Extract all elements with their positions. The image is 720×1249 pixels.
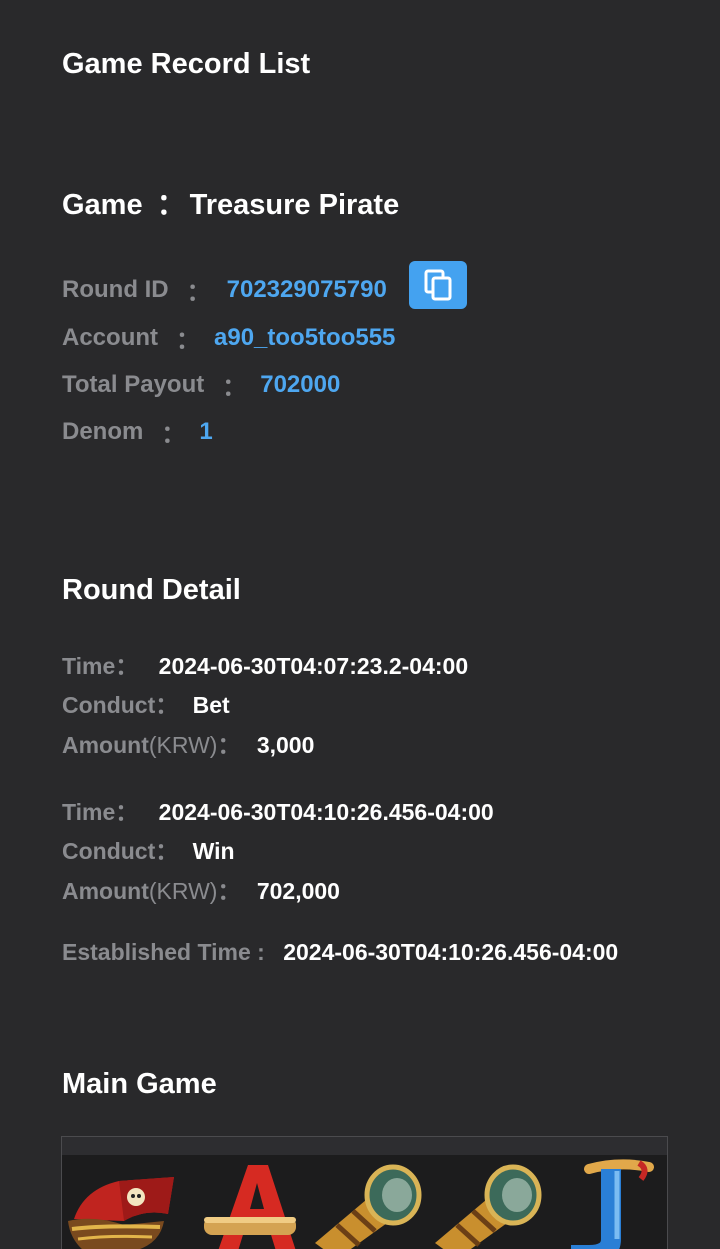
amount-colon: ：: [217, 878, 241, 904]
established-time-value: 2024-06-30T04:10:26.456-04:00: [283, 939, 619, 965]
copy-icon: [424, 269, 452, 301]
record-2-conduct-row: Conduct： Win: [62, 832, 235, 866]
total-payout-row: Total Payout ： 702000: [62, 367, 340, 402]
established-time-row: Established Time : 2024-06-30T04:10:26.4…: [62, 939, 618, 966]
round-id-colon: ：: [186, 279, 211, 306]
round-id-label: Round ID: [62, 275, 169, 303]
spyglass-icon: [315, 1164, 422, 1249]
account-label: Account: [62, 323, 158, 351]
game-name-line: Game ： Treasure Pirate: [62, 181, 399, 223]
round-id-value[interactable]: 702329075790: [227, 276, 387, 304]
copy-round-id-button[interactable]: [409, 261, 467, 309]
game-label: Game: [62, 189, 143, 221]
record-2-amount-row: Amount(KRW)： 702,000: [62, 872, 340, 906]
time-label: Time: [62, 799, 116, 825]
game-record-page: Game Record List Game： Treasure Pirate Ro…: [0, 0, 720, 1249]
time-value: 2024-06-30T04:07:23.2-04:00: [158, 653, 469, 679]
total-payout-value: 702000: [260, 370, 341, 398]
game-name: Treasure Pirate: [189, 189, 400, 221]
record-1-amount-row: Amount(KRW)： 3,000: [62, 726, 314, 760]
record-1-time-row: Time： 2024-06-30T04:07:23.2-04:00: [62, 647, 468, 681]
conduct-colon: ：: [155, 692, 179, 718]
time-label: Time: [62, 653, 116, 679]
page-title: Game Record List: [62, 48, 311, 80]
amount-value: 3,000: [256, 732, 315, 758]
conduct-value: Bet: [192, 692, 230, 718]
account-value: a90_too5too555: [214, 323, 396, 351]
round-id-row: Round ID ： 702329075790: [62, 272, 387, 307]
record-2-time-row: Time： 2024-06-30T04:10:26.456-04:00: [62, 793, 494, 827]
total-payout-label: Total Payout: [62, 370, 205, 398]
conduct-value: Win: [192, 838, 235, 864]
pirate-ship-icon: [68, 1177, 174, 1249]
conduct-label: Conduct: [62, 692, 156, 718]
reel-top-bar: [62, 1137, 667, 1155]
conduct-label: Conduct: [62, 838, 156, 864]
main-game-heading: Main Game: [62, 1068, 217, 1100]
amount-unit: (KRW): [148, 878, 218, 904]
account-colon: ：: [176, 327, 200, 354]
denom-row: Denom ： 1: [62, 414, 213, 449]
amount-label: Amount: [62, 732, 149, 758]
game-colon: ：: [156, 189, 186, 221]
spyglass-icon: [435, 1164, 542, 1249]
denom-value: 1: [199, 417, 213, 445]
established-time-label: Established Time :: [62, 939, 265, 965]
amount-label: Amount: [62, 878, 149, 904]
letter-a-icon: [204, 1165, 296, 1249]
time-colon: ：: [115, 653, 139, 679]
conduct-colon: ：: [155, 838, 179, 864]
amount-unit: (KRW): [148, 732, 218, 758]
time-colon: ：: [115, 799, 139, 825]
amount-value: 702,000: [256, 878, 340, 904]
main-game-reel: [61, 1136, 668, 1249]
time-value: 2024-06-30T04:10:26.456-04:00: [158, 799, 494, 825]
total-payout-colon: ：: [222, 374, 247, 401]
letter-j-icon: [571, 1159, 654, 1249]
account-row: Account ： a90_too5too555: [62, 320, 395, 355]
denom-colon: ：: [161, 421, 186, 448]
round-detail-heading: Round Detail: [62, 574, 241, 606]
amount-colon: ：: [217, 732, 241, 758]
record-1-conduct-row: Conduct： Bet: [62, 686, 230, 720]
denom-label: Denom: [62, 417, 144, 445]
